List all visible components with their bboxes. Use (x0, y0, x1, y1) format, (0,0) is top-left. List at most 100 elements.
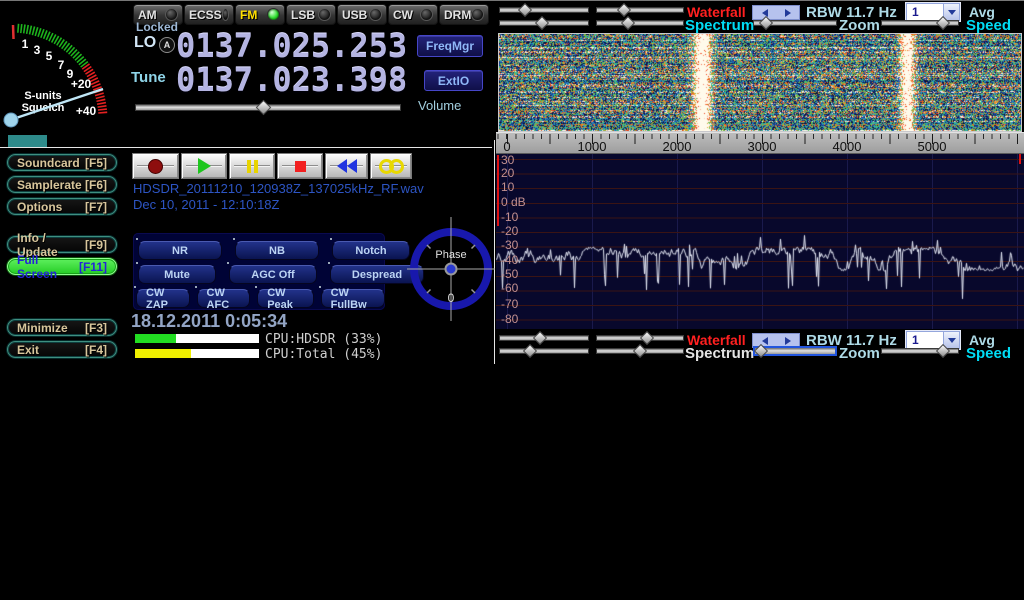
lo-frequency-display[interactable]: 0137.025.253 (176, 27, 407, 65)
slider-handle[interactable] (754, 344, 768, 358)
stop-icon (295, 161, 306, 172)
led-icon (318, 8, 331, 21)
speed-slider[interactable] (881, 20, 959, 26)
mode-selector: AM ECSS FM LSB USB CW DRM (133, 4, 489, 25)
slider-handle[interactable] (256, 100, 272, 116)
pause-icon (247, 160, 251, 173)
mode-button-cw[interactable]: CW (388, 4, 438, 25)
svg-text:3: 3 (34, 43, 41, 57)
mode-button-usb[interactable]: USB (337, 4, 387, 25)
rewind-button[interactable] (325, 153, 368, 179)
waterfall-contrast-slider[interactable] (596, 7, 684, 13)
pause-icon (254, 160, 258, 173)
mode-button-fm[interactable]: FM (235, 4, 285, 25)
spectrum-min-slider[interactable] (499, 20, 589, 26)
samplerate-button[interactable]: Samplerate [F6] (7, 176, 117, 193)
freqmgr-button[interactable]: FreqMgr (417, 35, 483, 57)
slider-handle[interactable] (633, 344, 647, 358)
audio-spectrum-trace (496, 154, 1024, 329)
audio-db-label: -60 (501, 281, 518, 295)
avg-value: 1 (907, 332, 943, 348)
svg-text:S-units: S-units (24, 90, 61, 102)
transport-controls (132, 153, 412, 179)
tune-frequency-display[interactable]: 0137.023.398 (176, 61, 407, 99)
mode-button-drm[interactable]: DRM (439, 4, 489, 25)
audio-db-label: -80 (501, 312, 518, 326)
cw-afc-button[interactable]: CW AFC (197, 289, 251, 308)
audio-frequency-scale[interactable]: 0 1000 2000 3000 4000 5000 (496, 132, 1024, 154)
nb-button[interactable]: NB (235, 241, 319, 260)
stop-button[interactable] (277, 153, 323, 179)
agc-off-button[interactable]: AGC Off (229, 265, 317, 284)
slider-handle[interactable] (617, 3, 631, 17)
mode-button-ecss[interactable]: ECSS (184, 4, 234, 25)
button-hotkey: [F3] (85, 321, 107, 335)
audio-spectrum-display[interactable]: 30 20 10 0 dB -10 -20 -30 -40 -50 -60 -7… (496, 154, 1024, 329)
cw-peak-button[interactable]: CW Peak (257, 289, 313, 308)
waterfall-shift-spinner[interactable] (752, 5, 800, 20)
mode-label: FM (240, 8, 257, 22)
nr-button[interactable]: NR (138, 241, 222, 260)
info-update-button[interactable]: Info / Update [F9] (7, 236, 117, 253)
slider-handle[interactable] (533, 331, 547, 345)
audio-waterfall-display[interactable] (499, 34, 1021, 131)
loop-button[interactable] (370, 153, 412, 179)
audio-db-label: 0 dB (501, 195, 526, 209)
minimize-button[interactable]: Minimize [F3] (7, 319, 117, 336)
svg-text:7: 7 (58, 58, 65, 72)
led-icon (267, 8, 280, 21)
avg-select[interactable]: 1 (906, 3, 960, 21)
button-hotkey: [F7] (85, 200, 107, 214)
record-icon (148, 159, 163, 174)
audio-db-label: 20 (501, 166, 514, 180)
slider-handle[interactable] (640, 331, 654, 345)
extio-button[interactable]: ExtIO (424, 70, 483, 91)
exit-button[interactable]: Exit [F4] (7, 341, 117, 358)
record-button[interactable] (132, 153, 179, 179)
options-button[interactable]: Options [F7] (7, 198, 117, 215)
notch-button[interactable]: Notch (332, 241, 410, 260)
led-icon (471, 8, 484, 21)
mode-button-lsb[interactable]: LSB (286, 4, 336, 25)
avg-select-2[interactable]: 1 (906, 331, 960, 349)
audio-tick-label: 4000 (833, 139, 862, 154)
spectrum-min-slider-2[interactable] (499, 348, 589, 354)
speed-label: Speed (966, 17, 1011, 34)
audio-display-panel: Waterfall RBW 11.7 Hz 1 Avg Spectrum Zoo… (496, 2, 1024, 364)
spectrum-max-slider-2[interactable] (596, 348, 684, 354)
zoom-slider-2[interactable] (753, 346, 837, 356)
soundcard-button[interactable]: Soundcard [F5] (7, 154, 117, 171)
waterfall-contrast-slider-2[interactable] (596, 335, 684, 341)
squelch-level-bar (8, 135, 47, 147)
mode-label: USB (342, 8, 367, 22)
waterfall-brightness-slider-2[interactable] (499, 335, 589, 341)
led-icon (420, 8, 433, 21)
cw-zap-button[interactable]: CW ZAP (136, 289, 190, 308)
pause-button[interactable] (229, 153, 275, 179)
slider-handle[interactable] (535, 16, 549, 30)
slider-handle[interactable] (523, 344, 537, 358)
mute-button[interactable]: Mute (138, 265, 216, 284)
spectrum-label: Spectrum (685, 17, 754, 34)
peak-marker (13, 25, 14, 39)
cw-fullbw-button[interactable]: CW FullBw (321, 289, 385, 308)
audio-db-label: -30 (501, 238, 518, 252)
speed-slider-2[interactable] (881, 348, 959, 354)
cpu-total-bar (134, 348, 260, 359)
button-label: Samplerate (17, 178, 82, 192)
play-button[interactable] (181, 153, 227, 179)
spectrum-max-slider[interactable] (596, 20, 684, 26)
zoom-slider[interactable] (753, 20, 837, 26)
fullscreen-button[interactable]: Full Screen [F11] (7, 258, 117, 275)
hdsdr-window: 137000 137005 137010 137015 137020 13702… (0, 0, 1024, 600)
slider-handle[interactable] (518, 3, 532, 17)
s-meter[interactable]: 1 3 5 7 9 +20 +40 S-units Squelch (0, 3, 130, 143)
audio-db-label: -40 (501, 253, 518, 267)
autolock-badge-icon[interactable]: A (159, 37, 175, 53)
avg-value: 1 (907, 4, 943, 20)
spin-right-icon[interactable] (776, 6, 799, 19)
svg-text:Phase: Phase (435, 249, 466, 261)
slider-handle[interactable] (621, 16, 635, 30)
volume-slider[interactable] (135, 104, 401, 111)
waterfall-brightness-slider[interactable] (499, 7, 589, 13)
